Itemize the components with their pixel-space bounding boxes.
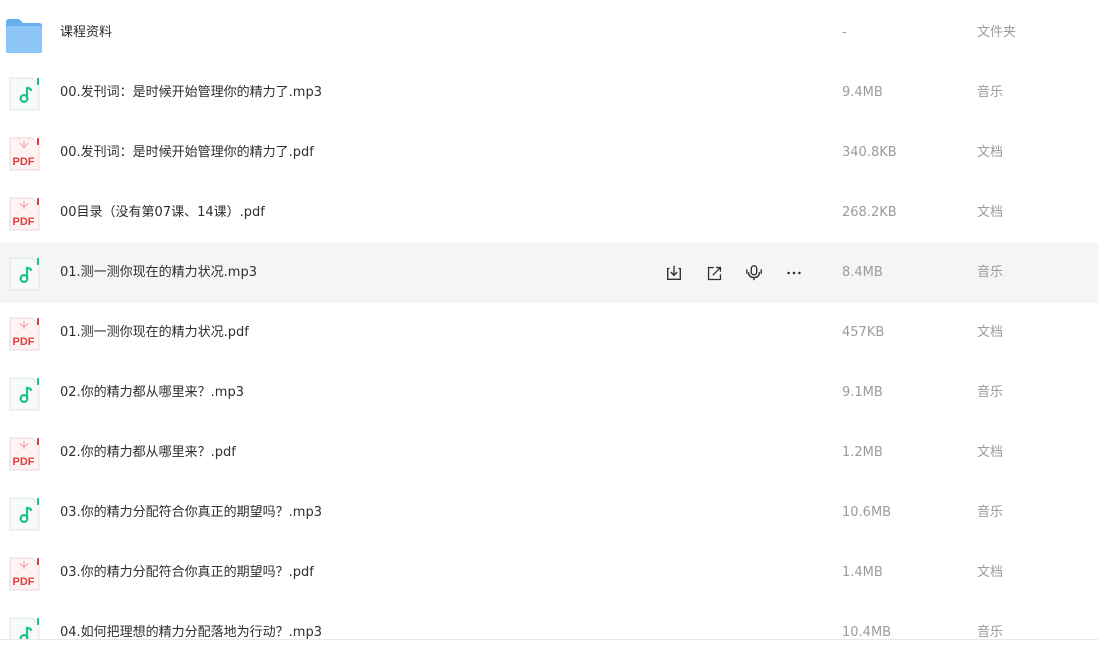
file-type: 文档: [977, 445, 1004, 460]
audio-file-icon: [8, 377, 40, 411]
pdf-file-icon: PDF: [8, 197, 40, 231]
file-row[interactable]: 01.测一测你现在的精力状况.mp3 8.4MB 音乐: [0, 243, 1098, 303]
file-name[interactable]: 00.发刊词：是时候开始管理你的精力了.mp3: [60, 63, 322, 123]
share-icon: [706, 265, 723, 282]
file-size: 9.4MB: [842, 85, 883, 100]
file-name[interactable]: 01.测一测你现在的精力状况.mp3: [60, 243, 257, 303]
pdf-file-icon: PDF: [8, 437, 40, 471]
pdf-file-icon: PDF: [8, 557, 40, 591]
file-size: 340.8KB: [842, 145, 897, 160]
file-size: 268.2KB: [842, 205, 897, 220]
file-size: 8.4MB: [842, 265, 883, 280]
more-icon: [785, 264, 803, 282]
file-name[interactable]: 03.你的精力分配符合你真正的期望吗？.pdf: [60, 543, 314, 603]
audio-file-icon: [8, 257, 40, 291]
file-row[interactable]: 00.发刊词：是时候开始管理你的精力了.mp3 9.4MB 音乐: [0, 63, 1098, 123]
audio-file-icon: [8, 497, 40, 531]
file-list: 课程资料 - 文件夹 00.发刊词：是时候开始管理你的精力了.mp3 9.4MB 音乐 …: [0, 0, 1098, 646]
file-name[interactable]: 00.发刊词：是时候开始管理你的精力了.pdf: [60, 123, 314, 183]
file-type: 文档: [977, 565, 1004, 580]
audio-file-icon: [8, 77, 40, 111]
file-type: 音乐: [977, 265, 1004, 280]
svg-text:PDF: PDF: [13, 456, 35, 468]
file-row[interactable]: PDF 02.你的精力都从哪里来？.pdf 1.2MB 文档: [0, 423, 1098, 483]
transcribe-icon: [745, 264, 763, 282]
file-size: 1.2MB: [842, 445, 883, 460]
file-name[interactable]: 00目录（没有第07课、14课）.pdf: [60, 183, 265, 243]
file-row[interactable]: PDF 01.测一测你现在的精力状况.pdf 457KB 文档: [0, 303, 1098, 363]
pdf-file-icon: PDF: [8, 137, 40, 171]
svg-text:PDF: PDF: [13, 156, 35, 168]
file-type: 音乐: [977, 85, 1004, 100]
download-icon: [665, 264, 683, 282]
file-row[interactable]: 03.你的精力分配符合你真正的期望吗？.mp3 10.6MB 音乐: [0, 483, 1098, 543]
file-type: 文档: [977, 205, 1004, 220]
file-name[interactable]: 02.你的精力都从哪里来？.mp3: [60, 363, 244, 423]
file-name[interactable]: 01.测一测你现在的精力状况.pdf: [60, 303, 249, 363]
file-size: 10.6MB: [842, 505, 892, 520]
file-size: -: [842, 25, 847, 40]
list-bottom-area: [0, 640, 1098, 646]
file-type: 文档: [977, 325, 1004, 340]
file-size: 1.4MB: [842, 565, 883, 580]
file-name[interactable]: 03.你的精力分配符合你真正的期望吗？.mp3: [60, 483, 322, 543]
svg-text:PDF: PDF: [13, 576, 35, 588]
more-button[interactable]: [782, 261, 806, 285]
file-row[interactable]: 课程资料 - 文件夹: [0, 3, 1098, 63]
file-row[interactable]: PDF 03.你的精力分配符合你真正的期望吗？.pdf 1.4MB 文档: [0, 543, 1098, 603]
file-size: 9.1MB: [842, 385, 883, 400]
file-row[interactable]: PDF 00.发刊词：是时候开始管理你的精力了.pdf 340.8KB 文档: [0, 123, 1098, 183]
file-row[interactable]: 02.你的精力都从哪里来？.mp3 9.1MB 音乐: [0, 363, 1098, 423]
file-type: 文件夹: [977, 25, 1017, 40]
file-type: 音乐: [977, 385, 1004, 400]
file-type: 文档: [977, 145, 1004, 160]
file-name[interactable]: 02.你的精力都从哪里来？.pdf: [60, 423, 236, 483]
folder-icon: [5, 18, 43, 54]
share-button[interactable]: [702, 261, 726, 285]
file-row[interactable]: PDF 00目录（没有第07课、14课）.pdf 268.2KB 文档: [0, 183, 1098, 243]
file-name[interactable]: 课程资料: [60, 3, 112, 63]
transcribe-button[interactable]: [742, 261, 766, 285]
file-type: 音乐: [977, 505, 1004, 520]
file-size: 457KB: [842, 325, 885, 340]
download-button[interactable]: [662, 261, 686, 285]
row-actions: [662, 261, 822, 285]
svg-text:PDF: PDF: [13, 336, 35, 348]
pdf-file-icon: PDF: [8, 317, 40, 351]
svg-text:PDF: PDF: [13, 216, 35, 228]
